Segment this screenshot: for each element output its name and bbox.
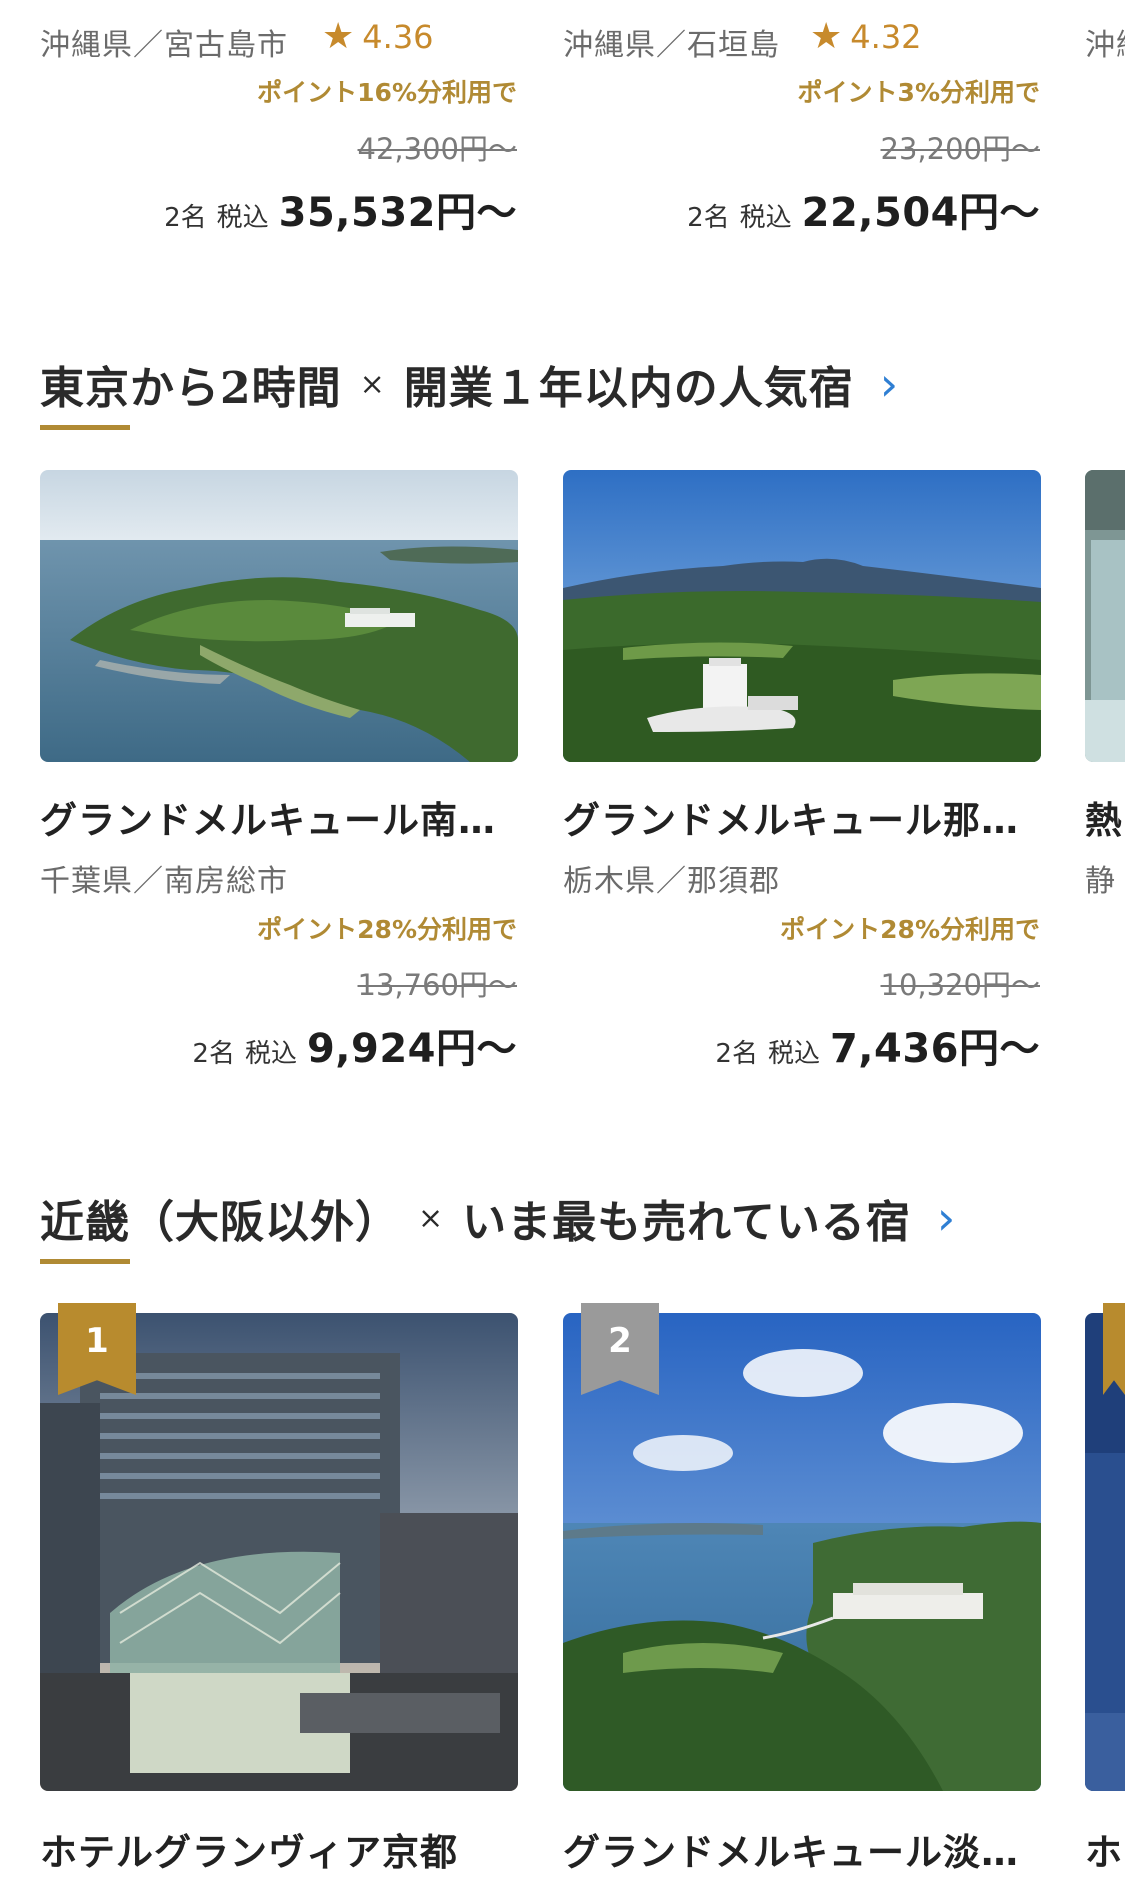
card-rating: ★ 4.36 (322, 18, 434, 56)
card-location: 栃木県／那須郡 (563, 864, 780, 899)
section-title-part1: 東京から2時間 (40, 363, 342, 414)
card-location: 沖縄県／宮古島市 (40, 28, 288, 63)
hotel-photo[interactable] (563, 470, 1041, 762)
card-location-partial: 静 (1085, 864, 1116, 899)
point-usage-text: ポイント3%分利用で (797, 78, 1040, 107)
section-title-kinki-bestsellers[interactable]: 近畿（大阪以外） × いま最も売れている宿 › (40, 1186, 956, 1250)
point-usage-text: ポイント28%分利用で (257, 915, 517, 944)
price-row: 2名 税込 9,924円〜 (192, 1016, 517, 1074)
tax-label: 税込 (767, 1039, 820, 1069)
section-title-part2: 開業１年以内の人気宿 (403, 363, 854, 414)
hotel-name[interactable]: グランドメルキュール那… (563, 790, 1043, 844)
guest-count: 2名 (192, 1039, 235, 1069)
section-title-part1: 近畿（大阪以外） (40, 1197, 400, 1248)
title-separator: × (359, 366, 386, 402)
tax-label: 税込 (216, 203, 269, 233)
price-value: 22,504円〜 (801, 190, 1040, 236)
price-row: 2名 税込 22,504円〜 (687, 180, 1040, 238)
rating-value: 4.32 (850, 18, 922, 56)
guest-count: 2名 (164, 203, 207, 233)
hotel-name[interactable]: グランドメルキュール南… (40, 790, 520, 844)
card-location: 千葉県／南房総市 (40, 864, 288, 899)
chevron-right-icon[interactable]: › (880, 357, 899, 411)
card-location-partial: 沖縄 (1085, 28, 1125, 63)
guest-count: 2名 (715, 1039, 758, 1069)
tax-label: 税込 (244, 1039, 297, 1069)
original-price: 42,300円〜 (357, 132, 517, 166)
price-row: 2名 税込 35,532円〜 (164, 180, 517, 238)
section-underline (40, 1259, 130, 1264)
original-price: 10,320円〜 (880, 968, 1040, 1002)
guest-count: 2名 (687, 203, 730, 233)
star-icon: ★ (322, 16, 355, 57)
section-title-new-hotels[interactable]: 東京から2時間 × 開業１年以内の人気宿 › (40, 352, 899, 416)
price-value: 9,924円〜 (306, 1026, 517, 1072)
price-value: 7,436円〜 (829, 1026, 1040, 1072)
tax-label: 税込 (739, 203, 792, 233)
section-underline (40, 425, 130, 430)
hotel-name-partial[interactable]: ホ (1085, 1822, 1125, 1876)
hotel-name[interactable]: ホテルグランヴィア京都 (40, 1822, 520, 1876)
point-usage-text: ポイント16%分利用で (257, 78, 517, 107)
chevron-right-icon[interactable]: › (937, 1191, 956, 1245)
rating-value: 4.36 (362, 18, 434, 56)
price-row: 2名 税込 7,436円〜 (715, 1016, 1040, 1074)
title-separator: × (418, 1200, 445, 1236)
original-price: 23,200円〜 (880, 132, 1040, 166)
point-usage-text: ポイント28%分利用で (780, 915, 1040, 944)
card-rating: ★ 4.32 (810, 18, 922, 56)
card-location: 沖縄県／石垣島 (563, 28, 780, 63)
star-icon: ★ (810, 16, 843, 57)
section-title-part2: いま最も売れている宿 (462, 1197, 911, 1248)
hotel-name[interactable]: グランドメルキュール淡… (563, 1822, 1043, 1876)
hotel-photo[interactable] (40, 470, 518, 762)
hotel-photo-partial[interactable] (1085, 470, 1125, 762)
original-price: 13,760円〜 (357, 968, 517, 1002)
price-value: 35,532円〜 (278, 190, 517, 236)
hotel-name-partial[interactable]: 熱 (1085, 790, 1125, 844)
